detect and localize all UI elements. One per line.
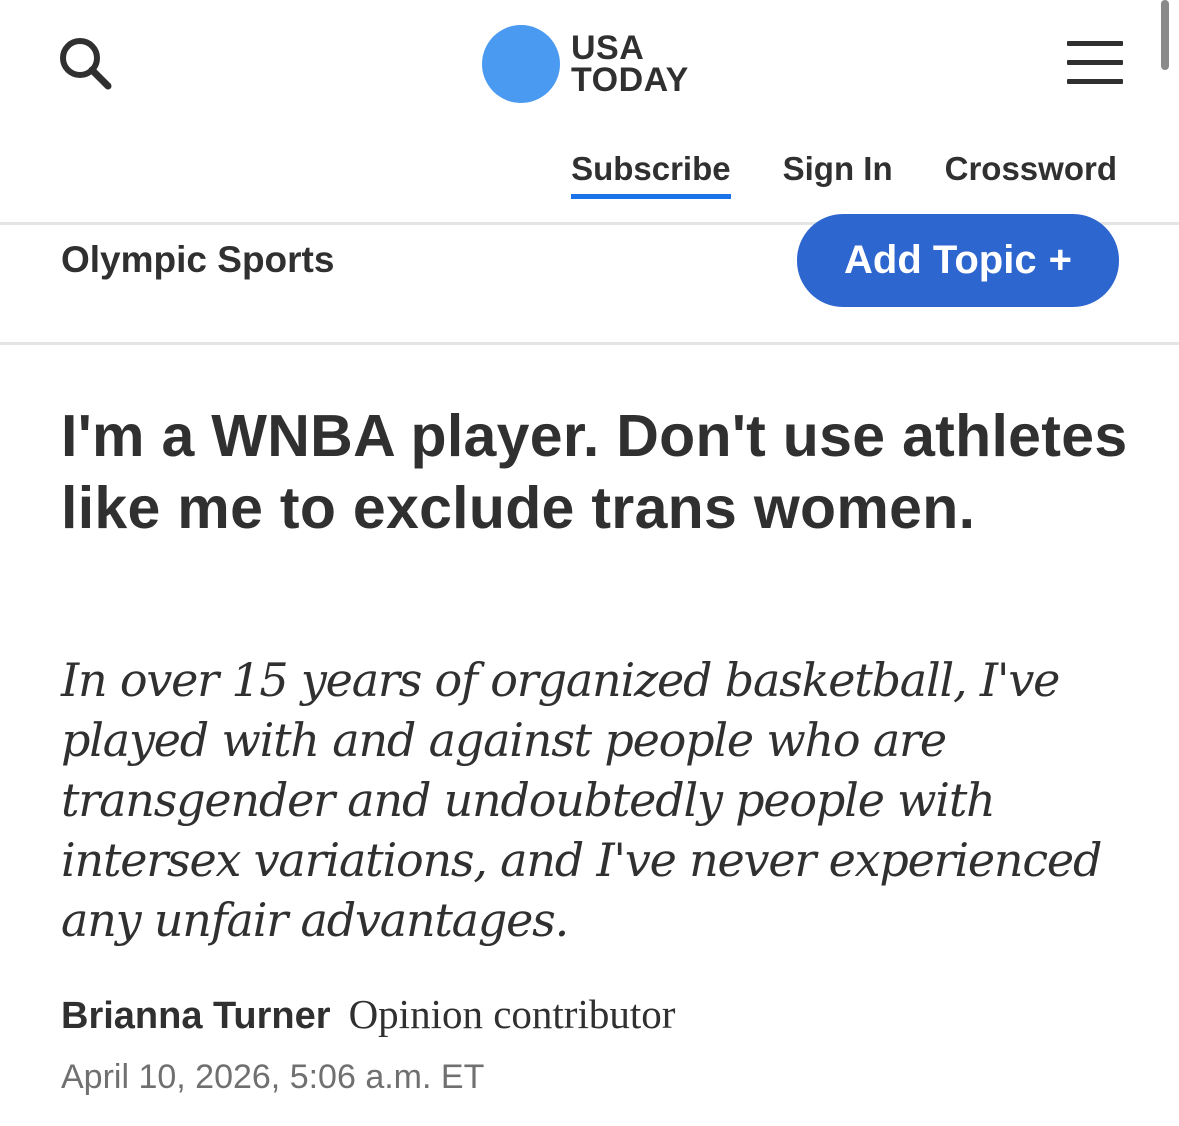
author-role: Opinion contributor: [348, 991, 676, 1037]
article-dek: In over 15 years of organized basketball…: [61, 653, 1102, 947]
scrollbar[interactable]: [1161, 0, 1169, 70]
subscribe-link[interactable]: Subscribe: [571, 150, 731, 199]
byline: Brianna Turner Opinion contributor: [61, 990, 675, 1038]
plus-icon: +: [1048, 238, 1072, 282]
logo-line-2: TODAY: [571, 61, 689, 99]
topic-label[interactable]: Olympic Sports: [61, 238, 334, 282]
menu-bar: [1067, 41, 1123, 46]
logo-line-1: USA: [571, 29, 645, 67]
article-headline: I'm a WNBA player. Don't use athletes li…: [61, 403, 1128, 541]
top-nav: Subscribe Sign In Crossword: [571, 150, 1117, 199]
crossword-link[interactable]: Crossword: [945, 150, 1117, 188]
logo-dot: [482, 25, 560, 103]
usa-today-logo[interactable]: USA TODAY: [482, 25, 689, 103]
menu-bar: [1067, 79, 1123, 84]
hamburger-menu-icon[interactable]: [1067, 41, 1123, 85]
sign-in-link[interactable]: Sign In: [783, 150, 893, 188]
add-topic-label: Add Topic: [844, 238, 1037, 282]
publish-date: April 10, 2026, 5:06 a.m. ET: [61, 1058, 485, 1096]
search-icon: [60, 38, 112, 90]
logo-wordmark: USA TODAY: [571, 29, 689, 99]
menu-bar: [1067, 60, 1123, 65]
search-button[interactable]: [56, 34, 116, 94]
topic-divider: [0, 342, 1179, 345]
author-name[interactable]: Brianna Turner: [61, 995, 331, 1038]
add-topic-button[interactable]: Add Topic +: [797, 214, 1119, 307]
